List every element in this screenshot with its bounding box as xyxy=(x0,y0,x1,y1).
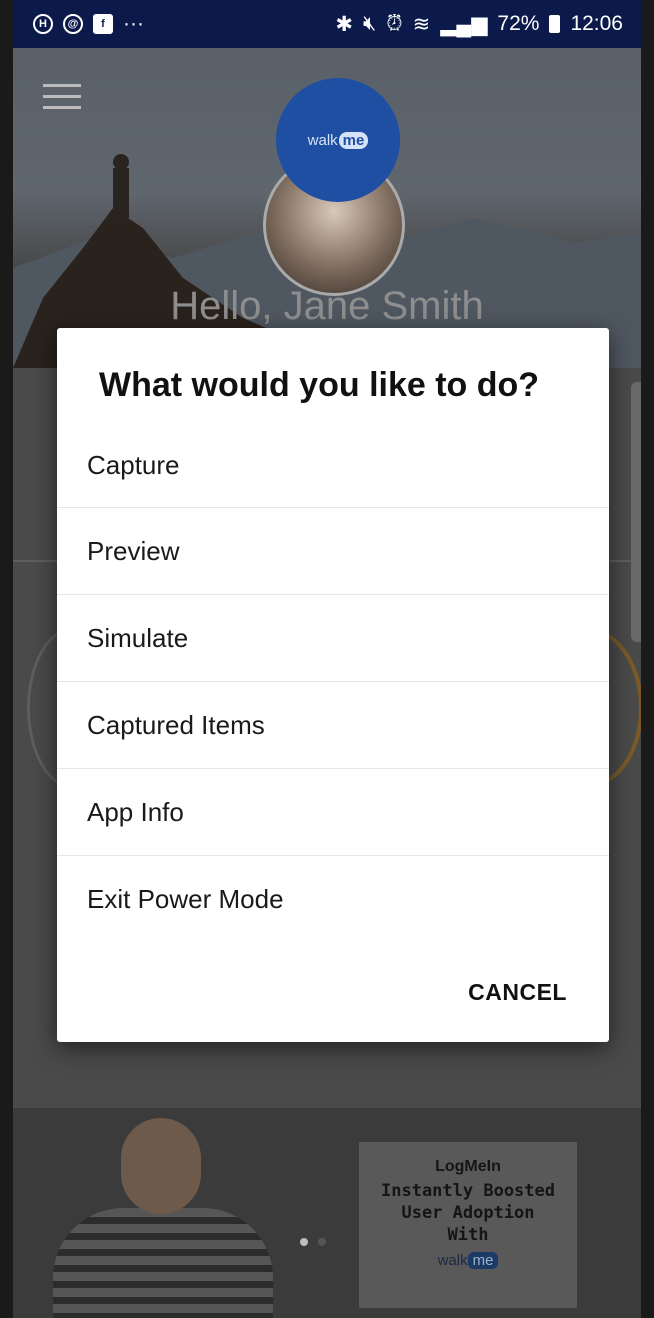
overflow-icon: ··· xyxy=(123,12,144,35)
hamburger-menu-icon[interactable] xyxy=(43,84,81,110)
side-drawer-handle[interactable] xyxy=(631,382,641,642)
logmein-ad-card: LogMeIn Instantly Boosted User Adoption … xyxy=(359,1142,577,1308)
battery-percent: 72% xyxy=(497,12,540,35)
wifi-icon: ≋ xyxy=(412,12,431,36)
ad-line-3: With xyxy=(447,1225,489,1245)
logmein-logo: LogMeIn xyxy=(435,1158,501,1175)
walkme-ad-logo: walk me xyxy=(359,1250,577,1272)
option-app-info[interactable]: App Info xyxy=(57,769,609,856)
cancel-button[interactable]: CANCEL xyxy=(468,979,567,1006)
alarm-icon: ⏰︎ xyxy=(386,12,403,35)
greeting-text: Hello, Jane Smith xyxy=(170,284,484,328)
facebook-icon: f xyxy=(93,14,113,34)
walkme-me-text: me xyxy=(338,131,369,149)
bluetooth-icon: ✱ xyxy=(335,12,353,36)
option-captured-items[interactable]: Captured Items xyxy=(57,682,609,769)
hero-header: walk me Hello, Jane Smith xyxy=(13,48,641,368)
option-simulate[interactable]: Simulate xyxy=(57,595,609,682)
ad-line-2: User Adoption xyxy=(401,1203,535,1223)
status-time: 12:06 xyxy=(570,12,623,35)
signal-icon: ▂▄▆ xyxy=(440,12,488,36)
person-image xyxy=(43,1108,273,1318)
action-dialog: What would you like to do? Capture Previ… xyxy=(57,328,609,1042)
status-right-icons: ✱ 🔇︎ ⏰︎ ≋ ▂▄▆ 72% 12:06 xyxy=(335,12,623,37)
notification-icon: H xyxy=(33,14,53,34)
battery-icon xyxy=(549,15,561,33)
carousel-pager xyxy=(300,1238,326,1246)
promo-banner[interactable]: LogMeIn Instantly Boosted User Adoption … xyxy=(13,1108,641,1318)
status-bar: H @ f ··· ✱ 🔇︎ ⏰︎ ≋ ▂▄▆ 72% 12:06 xyxy=(13,0,641,48)
pager-dot-active[interactable] xyxy=(300,1238,308,1246)
option-capture[interactable]: Capture xyxy=(57,424,609,508)
ad-line-1: Instantly Boosted xyxy=(381,1181,555,1201)
status-left-icons: H @ f ··· xyxy=(33,12,144,36)
account-icon: @ xyxy=(63,14,83,34)
mute-icon: 🔇︎ xyxy=(362,12,377,35)
dialog-title: What would you like to do? xyxy=(99,366,540,404)
option-exit-power-mode[interactable]: Exit Power Mode xyxy=(57,856,609,943)
option-preview[interactable]: Preview xyxy=(57,508,609,595)
walkme-walk-text: walk xyxy=(307,131,338,149)
walkme-logo-icon[interactable]: walk me xyxy=(276,78,400,202)
pager-dot[interactable] xyxy=(318,1238,326,1246)
option-list: Capture Preview Simulate Captured Items … xyxy=(57,424,609,943)
